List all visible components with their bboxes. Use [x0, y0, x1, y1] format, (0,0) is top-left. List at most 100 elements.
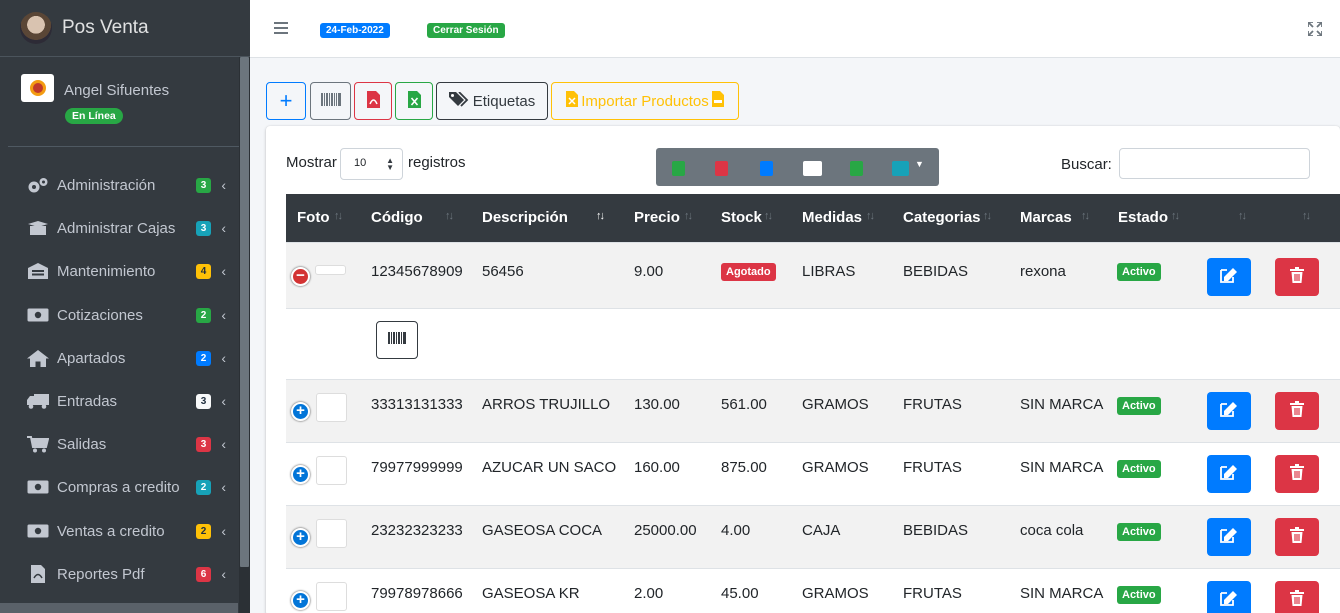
product-photo[interactable]	[316, 582, 347, 611]
brand-link[interactable]: Pos Venta	[0, 0, 250, 57]
sidebar-item-administracion[interactable]: Administración 3 ‹	[8, 165, 238, 205]
column-visibility-icon[interactable]	[892, 161, 909, 176]
user-name[interactable]: Angel Sifuentes	[64, 82, 169, 99]
column-header-descripcion[interactable]: Descripción	[482, 209, 568, 226]
copy-icon[interactable]	[760, 161, 773, 176]
delete-button[interactable]	[1275, 258, 1319, 296]
sidebar-item-label: Mantenimiento	[57, 262, 156, 280]
product-photo[interactable]	[316, 393, 347, 422]
sort-icon: ↑↓	[866, 210, 875, 222]
sort-icon: ↑↓	[334, 210, 343, 222]
sidebar-item-cotizaciones[interactable]: Cotizaciones 2 ‹	[8, 295, 238, 335]
column-header-precio[interactable]: Precio	[634, 209, 680, 226]
table-header: Foto ↑↓ Código ↑↓ Descripción ↑↓ Precio …	[286, 194, 1340, 242]
print-icon[interactable]	[803, 161, 822, 176]
product-photo[interactable]	[316, 519, 347, 548]
cell-medidas: GRAMOS	[802, 585, 869, 602]
excel-export-icon[interactable]	[672, 161, 685, 176]
sidebar-item-ventas-a-credito[interactable]: Ventas a credito 2 ‹	[8, 511, 238, 551]
export-excel-button[interactable]	[395, 82, 433, 120]
sidebar-item-compras-a-credito[interactable]: Compras a credito 2 ‹	[8, 467, 238, 507]
delete-button[interactable]	[1275, 392, 1319, 430]
sidebar-item-label: Reportes Pdf	[57, 565, 145, 583]
pdf-export-icon[interactable]	[715, 161, 728, 176]
edit-button[interactable]	[1207, 455, 1251, 493]
cell-medidas: LIBRAS	[802, 263, 856, 280]
delete-button[interactable]	[1275, 581, 1319, 613]
sidebar-item-reportes-pdf[interactable]: Reportes Pdf 6 ‹	[8, 554, 238, 594]
sidebar-scrollbar-thumb[interactable]	[240, 57, 249, 567]
sort-icon: ↑↓	[1171, 210, 1180, 222]
status-badge[interactable]: Activo	[1117, 263, 1161, 281]
expand-row-icon[interactable]: +	[291, 402, 310, 421]
column-header-categorias[interactable]: Categorias	[903, 209, 981, 226]
count-badge: 3	[195, 436, 212, 452]
home-icon	[27, 349, 49, 367]
edit-button[interactable]	[1207, 392, 1251, 430]
expand-row-icon[interactable]: +	[291, 528, 310, 547]
count-badge: 3	[195, 393, 212, 409]
caret-down-icon[interactable]: ▼	[915, 159, 924, 169]
status-badge[interactable]: Activo	[1117, 460, 1161, 478]
delete-button[interactable]	[1275, 455, 1319, 493]
cell-marcas: SIN MARCA	[1020, 585, 1104, 602]
add-product-button[interactable]: +	[266, 82, 306, 120]
column-header-foto[interactable]: Foto	[297, 209, 329, 226]
column-header-estado[interactable]: Estado	[1118, 209, 1168, 226]
cell-descripcion: GASEOSA COCA	[482, 522, 603, 539]
logout-button[interactable]: Cerrar Sesión	[427, 23, 505, 38]
column-header-stock[interactable]: Stock	[721, 209, 762, 226]
expand-row-icon[interactable]: +	[291, 465, 310, 484]
sidebar-item-label: Entradas	[57, 392, 118, 410]
page-size-select[interactable]: 10 ▲ ▼	[340, 148, 403, 180]
sidebar-next-item	[0, 603, 238, 613]
sidebar-item-salidas[interactable]: Salidas 3 ‹	[8, 424, 238, 464]
import-products-button[interactable]: Importar Productos	[551, 82, 739, 120]
file-pdf-icon	[366, 90, 380, 112]
count-badge: 2	[195, 523, 212, 539]
cell-stock: 4.00	[721, 522, 751, 539]
sidebar-item-administrar-cajas[interactable]: Administrar Cajas 3 ‹	[8, 208, 238, 248]
menu-toggle-icon[interactable]	[274, 22, 288, 34]
count-badge: 3	[195, 177, 212, 193]
tags-button[interactable]: Etiquetas	[436, 82, 548, 120]
cell-descripcion: GASEOSA KR	[482, 585, 580, 602]
status-badge[interactable]: Activo	[1117, 397, 1161, 415]
status-badge[interactable]: Activo	[1117, 586, 1161, 604]
file-excel-icon	[566, 91, 579, 111]
cell-descripcion: AZUCAR UN SACO	[482, 459, 617, 476]
user-avatar[interactable]	[21, 74, 54, 102]
column-header-marcas[interactable]: Marcas	[1020, 209, 1072, 226]
cell-marcas: rexona	[1020, 263, 1066, 280]
sort-asc-icon: ↑↓	[596, 210, 605, 222]
collapse-row-icon[interactable]: −	[291, 267, 310, 286]
product-photo[interactable]	[315, 265, 346, 275]
table-row: + 33313131333 ARROS TRUJILLO 130.00 561.…	[286, 379, 1340, 442]
export-pdf-button[interactable]	[354, 82, 392, 120]
trash-icon	[1290, 400, 1304, 422]
csv-export-icon[interactable]	[850, 161, 863, 176]
delete-button[interactable]	[1275, 518, 1319, 556]
sidebar-item-apartados[interactable]: Apartados 2 ‹	[8, 338, 238, 378]
product-photo[interactable]	[316, 456, 347, 485]
file-pdf-icon	[27, 565, 49, 583]
print-barcode-button[interactable]	[376, 321, 418, 359]
sidebar-item-entradas[interactable]: Entradas 3 ‹	[8, 381, 238, 421]
column-header-medidas[interactable]: Medidas	[802, 209, 862, 226]
status-badge[interactable]: Activo	[1117, 523, 1161, 541]
column-header-codigo[interactable]: Código	[371, 209, 423, 226]
cell-categorias: BEBIDAS	[903, 522, 969, 539]
edit-button[interactable]	[1207, 518, 1251, 556]
cell-codigo: 79977999999	[371, 459, 463, 476]
edit-button[interactable]	[1207, 258, 1251, 296]
table-row: − 12345678909 56456 9.00 Agotado LIBRAS …	[286, 242, 1340, 308]
edit-button[interactable]	[1207, 581, 1251, 613]
barcode-button[interactable]	[310, 82, 351, 120]
expand-row-icon[interactable]: +	[291, 591, 310, 610]
sidebar-item-mantenimiento[interactable]: Mantenimiento 4 ‹	[8, 251, 238, 291]
cell-codigo: 12345678909	[371, 263, 463, 280]
box-open-icon	[27, 219, 49, 237]
search-input[interactable]	[1119, 148, 1310, 179]
fullscreen-icon[interactable]	[1307, 21, 1323, 37]
barcode-icon	[320, 92, 341, 110]
